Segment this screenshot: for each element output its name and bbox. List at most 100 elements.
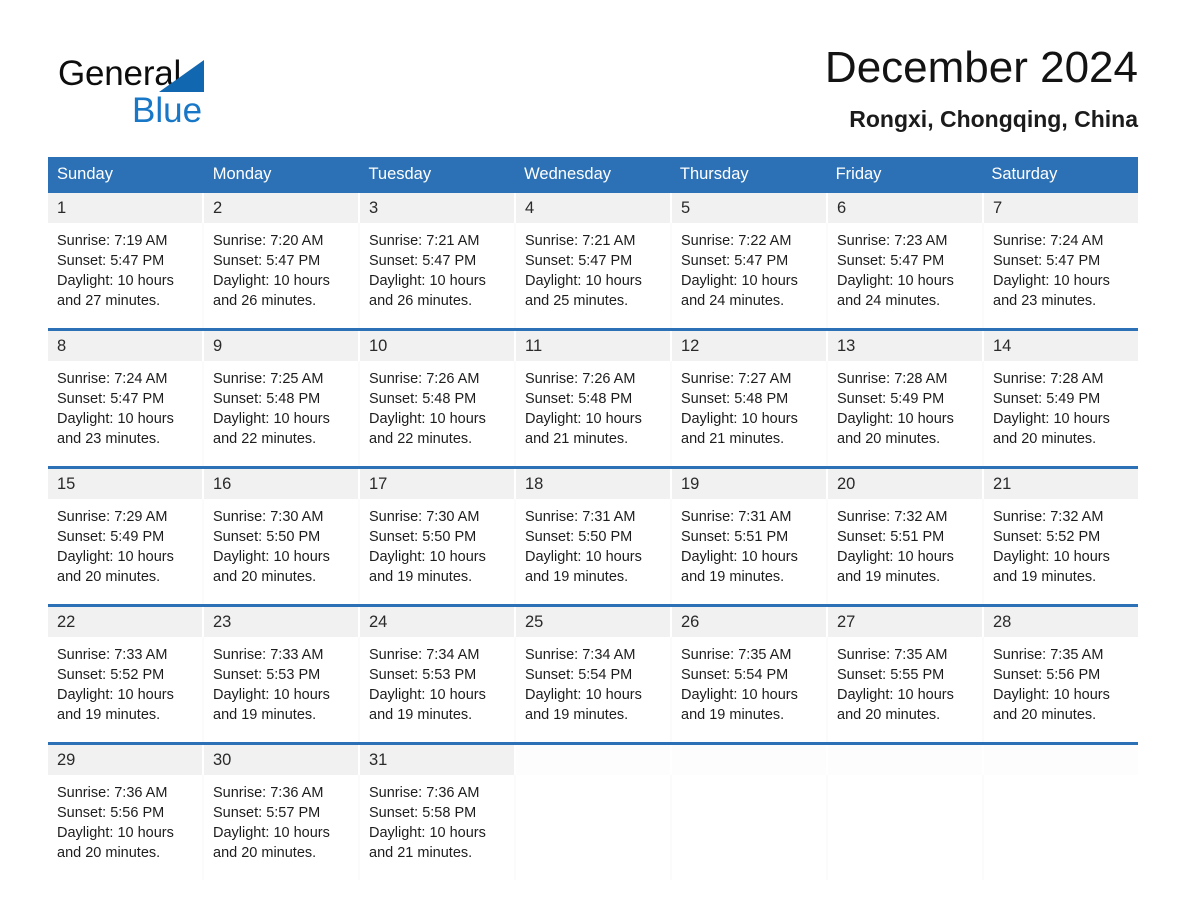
day-cell[interactable]: Sunrise: 7:20 AM Sunset: 5:47 PM Daylight:… bbox=[202, 223, 358, 328]
day-cell[interactable]: Sunrise: 7:28 AM Sunset: 5:49 PM Daylight:… bbox=[982, 361, 1138, 466]
day-number[interactable]: 27 bbox=[826, 607, 982, 637]
day-sunrise-text: Sunrise: 7:31 AM bbox=[681, 509, 792, 525]
day-sunrise-text: Sunrise: 7:35 AM bbox=[681, 647, 792, 663]
day-number[interactable]: 11 bbox=[514, 331, 670, 361]
day-cell[interactable]: Sunrise: 7:30 AM Sunset: 5:50 PM Daylight:… bbox=[202, 499, 358, 604]
day-number[interactable]: 4 bbox=[514, 193, 670, 223]
day-cell[interactable]: Sunrise: 7:33 AM Sunset: 5:53 PM Daylight:… bbox=[202, 637, 358, 742]
day-sunrise-text: Sunrise: 7:26 AM bbox=[525, 371, 636, 387]
day-cell[interactable]: Sunrise: 7:36 AM Sunset: 5:56 PM Daylight:… bbox=[48, 775, 202, 880]
day-daylight-2-text: and 22 minutes. bbox=[369, 431, 473, 447]
day-cell[interactable]: Sunrise: 7:34 AM Sunset: 5:53 PM Daylight:… bbox=[358, 637, 514, 742]
day-number[interactable]: 13 bbox=[826, 331, 982, 361]
day-cell[interactable]: Sunrise: 7:33 AM Sunset: 5:52 PM Daylight:… bbox=[48, 637, 202, 742]
day-number[interactable]: 19 bbox=[670, 469, 826, 499]
day-number[interactable]: 1 bbox=[48, 193, 202, 223]
day-cell[interactable]: Sunrise: 7:32 AM Sunset: 5:51 PM Daylight:… bbox=[826, 499, 982, 604]
day-number[interactable]: 21 bbox=[982, 469, 1138, 499]
day-daylight-1-text: Daylight: 10 hours bbox=[993, 687, 1110, 703]
day-cell[interactable]: Sunrise: 7:21 AM Sunset: 5:47 PM Daylight:… bbox=[514, 223, 670, 328]
day-cell[interactable]: Sunrise: 7:25 AM Sunset: 5:48 PM Daylight:… bbox=[202, 361, 358, 466]
day-cell[interactable]: Sunrise: 7:21 AM Sunset: 5:47 PM Daylight:… bbox=[358, 223, 514, 328]
day-cell[interactable]: Sunrise: 7:24 AM Sunset: 5:47 PM Daylight:… bbox=[982, 223, 1138, 328]
day-sunset-text: Sunset: 5:58 PM bbox=[369, 805, 477, 821]
day-cell[interactable]: Sunrise: 7:19 AM Sunset: 5:47 PM Daylight:… bbox=[48, 223, 202, 328]
day-sunset-text: Sunset: 5:51 PM bbox=[681, 529, 789, 545]
day-sunset-text: Sunset: 5:49 PM bbox=[57, 529, 165, 545]
day-number[interactable]: 7 bbox=[982, 193, 1138, 223]
day-daylight-2-text: and 23 minutes. bbox=[993, 293, 1097, 309]
day-number[interactable]: 30 bbox=[202, 745, 358, 775]
day-number[interactable]: 5 bbox=[670, 193, 826, 223]
day-of-week-header: Sunday bbox=[57, 165, 113, 183]
week-detail-band: Sunrise: 7:36 AM Sunset: 5:56 PM Daylight:… bbox=[48, 775, 1138, 880]
week-detail-band: Sunrise: 7:33 AM Sunset: 5:52 PM Daylight:… bbox=[48, 637, 1138, 742]
day-cell[interactable]: Sunrise: 7:35 AM Sunset: 5:56 PM Daylight:… bbox=[982, 637, 1138, 742]
day-cell[interactable]: Sunrise: 7:31 AM Sunset: 5:50 PM Daylight:… bbox=[514, 499, 670, 604]
day-cell[interactable]: Sunrise: 7:35 AM Sunset: 5:55 PM Daylight:… bbox=[826, 637, 982, 742]
day-daylight-2-text: and 20 minutes. bbox=[213, 569, 317, 585]
day-daylight-2-text: and 19 minutes. bbox=[837, 569, 941, 585]
day-daylight-1-text: Daylight: 10 hours bbox=[57, 687, 174, 703]
day-sunset-text: Sunset: 5:47 PM bbox=[369, 253, 477, 269]
day-cell[interactable]: Sunrise: 7:26 AM Sunset: 5:48 PM Daylight:… bbox=[358, 361, 514, 466]
day-number[interactable]: 2 bbox=[202, 193, 358, 223]
day-number[interactable]: 6 bbox=[826, 193, 982, 223]
day-cell[interactable]: Sunrise: 7:36 AM Sunset: 5:58 PM Daylight:… bbox=[358, 775, 514, 880]
day-number[interactable]: 23 bbox=[202, 607, 358, 637]
day-number[interactable]: 17 bbox=[358, 469, 514, 499]
day-daylight-2-text: and 23 minutes. bbox=[57, 431, 161, 447]
day-daylight-2-text: and 19 minutes. bbox=[525, 707, 629, 723]
day-number[interactable]: 18 bbox=[514, 469, 670, 499]
day-daylight-1-text: Daylight: 10 hours bbox=[369, 411, 486, 427]
day-daylight-2-text: and 20 minutes. bbox=[837, 431, 941, 447]
day-cell[interactable]: Sunrise: 7:27 AM Sunset: 5:48 PM Daylight:… bbox=[670, 361, 826, 466]
day-number[interactable]: 8 bbox=[48, 331, 202, 361]
day-daylight-2-text: and 24 minutes. bbox=[837, 293, 941, 309]
day-number[interactable]: 10 bbox=[358, 331, 514, 361]
generalblue-logo[interactable]: General Blue bbox=[58, 55, 318, 130]
day-number-empty bbox=[982, 745, 1138, 775]
day-sunrise-text: Sunrise: 7:28 AM bbox=[837, 371, 948, 387]
day-sunrise-text: Sunrise: 7:33 AM bbox=[213, 647, 324, 663]
day-cell[interactable]: Sunrise: 7:31 AM Sunset: 5:51 PM Daylight:… bbox=[670, 499, 826, 604]
day-number[interactable]: 22 bbox=[48, 607, 202, 637]
day-number[interactable]: 24 bbox=[358, 607, 514, 637]
day-number[interactable]: 9 bbox=[202, 331, 358, 361]
day-cell[interactable]: Sunrise: 7:26 AM Sunset: 5:48 PM Daylight:… bbox=[514, 361, 670, 466]
day-sunset-text: Sunset: 5:50 PM bbox=[525, 529, 633, 545]
day-cell[interactable]: Sunrise: 7:34 AM Sunset: 5:54 PM Daylight:… bbox=[514, 637, 670, 742]
day-number[interactable]: 26 bbox=[670, 607, 826, 637]
day-sunrise-text: Sunrise: 7:34 AM bbox=[525, 647, 636, 663]
day-daylight-2-text: and 19 minutes. bbox=[681, 569, 785, 585]
day-cell[interactable]: Sunrise: 7:32 AM Sunset: 5:52 PM Daylight:… bbox=[982, 499, 1138, 604]
day-number[interactable]: 3 bbox=[358, 193, 514, 223]
day-number[interactable]: 28 bbox=[982, 607, 1138, 637]
day-cell[interactable]: Sunrise: 7:30 AM Sunset: 5:50 PM Daylight:… bbox=[358, 499, 514, 604]
day-cell[interactable]: Sunrise: 7:28 AM Sunset: 5:49 PM Daylight:… bbox=[826, 361, 982, 466]
day-cell[interactable]: Sunrise: 7:24 AM Sunset: 5:47 PM Daylight:… bbox=[48, 361, 202, 466]
day-cell[interactable]: Sunrise: 7:35 AM Sunset: 5:54 PM Daylight:… bbox=[670, 637, 826, 742]
day-sunset-text: Sunset: 5:47 PM bbox=[993, 253, 1101, 269]
day-number[interactable]: 12 bbox=[670, 331, 826, 361]
day-sunrise-text: Sunrise: 7:23 AM bbox=[837, 233, 948, 249]
day-number[interactable]: 20 bbox=[826, 469, 982, 499]
day-cell[interactable]: Sunrise: 7:23 AM Sunset: 5:47 PM Daylight:… bbox=[826, 223, 982, 328]
day-cell[interactable]: Sunrise: 7:29 AM Sunset: 5:49 PM Daylight:… bbox=[48, 499, 202, 604]
week-day-number-band: 22 23 24 25 26 27 28 bbox=[48, 607, 1138, 637]
day-cell[interactable]: Sunrise: 7:22 AM Sunset: 5:47 PM Daylight:… bbox=[670, 223, 826, 328]
day-number[interactable]: 25 bbox=[514, 607, 670, 637]
day-sunset-text: Sunset: 5:48 PM bbox=[525, 391, 633, 407]
day-number[interactable]: 16 bbox=[202, 469, 358, 499]
day-number[interactable]: 14 bbox=[982, 331, 1138, 361]
day-sunrise-text: Sunrise: 7:19 AM bbox=[57, 233, 168, 249]
day-number[interactable]: 31 bbox=[358, 745, 514, 775]
day-number[interactable]: 15 bbox=[48, 469, 202, 499]
day-sunrise-text: Sunrise: 7:29 AM bbox=[57, 509, 168, 525]
day-number[interactable]: 29 bbox=[48, 745, 202, 775]
day-daylight-1-text: Daylight: 10 hours bbox=[213, 687, 330, 703]
day-sunrise-text: Sunrise: 7:28 AM bbox=[993, 371, 1104, 387]
day-sunset-text: Sunset: 5:50 PM bbox=[213, 529, 321, 545]
day-sunset-text: Sunset: 5:55 PM bbox=[837, 667, 945, 683]
day-cell[interactable]: Sunrise: 7:36 AM Sunset: 5:57 PM Daylight:… bbox=[202, 775, 358, 880]
